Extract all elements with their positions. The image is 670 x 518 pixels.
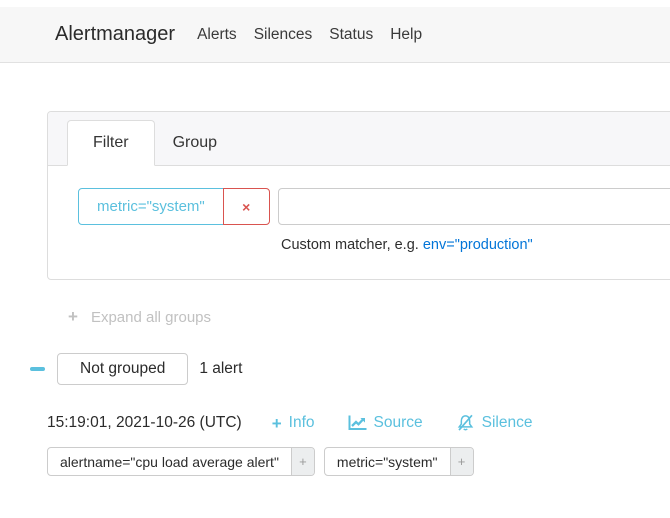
expand-all-groups-button[interactable]: + Expand all groups: [68, 307, 211, 327]
add-to-filter-icon[interactable]: +: [450, 448, 473, 475]
alert-silence-button[interactable]: Silence: [456, 414, 533, 432]
alert-info-label: Info: [289, 414, 315, 432]
app-brand[interactable]: Alertmanager: [55, 23, 175, 46]
filter-card: Filter Group metric="system" × Custom ma…: [47, 111, 670, 280]
tab-group[interactable]: Group: [155, 121, 235, 165]
label-chip: alertname="cpu load average alert" +: [47, 447, 315, 476]
alert-count: 1 alert: [199, 360, 242, 378]
alert-source-label: Source: [374, 414, 423, 432]
nav-link-silences[interactable]: Silences: [254, 26, 313, 44]
chart-line-icon: [348, 415, 367, 431]
label-text: metric="system": [325, 448, 450, 475]
custom-matcher-helper: Custom matcher, e.g. env="production": [281, 237, 670, 253]
minus-icon: [30, 367, 45, 371]
alert-info-button[interactable]: + Info: [272, 414, 315, 432]
navbar: Alertmanager Alerts Silences Status Help: [0, 7, 670, 63]
helper-example-link[interactable]: env="production": [423, 237, 533, 253]
nav-link-alerts[interactable]: Alerts: [197, 26, 237, 44]
helper-text: Custom matcher, e.g.: [281, 237, 419, 253]
plus-icon: +: [272, 415, 282, 432]
add-to-filter-icon[interactable]: +: [291, 448, 314, 475]
group-name-button[interactable]: Not grouped: [57, 353, 188, 385]
matcher-chip: metric="system" ×: [78, 188, 270, 225]
alert-source-link[interactable]: Source: [348, 414, 423, 432]
label-chip: metric="system" +: [324, 447, 474, 476]
plus-icon: +: [68, 307, 78, 327]
alert-silence-label: Silence: [482, 414, 533, 432]
custom-matcher-input[interactable]: [278, 188, 670, 225]
matcher-chip-text: metric="system": [78, 188, 224, 225]
x-remove-icon[interactable]: ×: [223, 188, 270, 225]
alert-header: 15:19:01, 2021-10-26 (UTC) + Info Source…: [47, 414, 670, 432]
alert-timestamp: 15:19:01, 2021-10-26 (UTC): [47, 414, 242, 432]
filter-card-tabs: Filter Group: [48, 112, 670, 166]
collapse-group-button[interactable]: [30, 361, 45, 377]
bell-slash-icon: [456, 414, 475, 432]
group-header: Not grouped 1 alert: [30, 353, 670, 385]
nav-link-help[interactable]: Help: [390, 26, 422, 44]
alert-labels: alertname="cpu load average alert" + met…: [47, 447, 670, 476]
label-text: alertname="cpu load average alert": [48, 448, 291, 475]
expand-all-groups-label: Expand all groups: [91, 309, 211, 326]
nav-link-status[interactable]: Status: [329, 26, 373, 44]
filter-card-body: metric="system" × Custom matcher, e.g. e…: [48, 166, 670, 279]
tab-filter[interactable]: Filter: [67, 120, 155, 166]
